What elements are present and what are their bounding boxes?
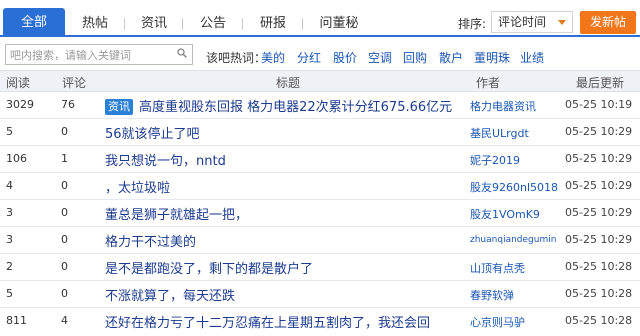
- author-link[interactable]: 基民ULrgdt: [470, 125, 529, 141]
- search-input[interactable]: 吧内搜索，请输入关键词: [5, 44, 193, 65]
- last-updated: 05-25 10:19: [565, 98, 633, 111]
- tab-all-label: 全部: [20, 15, 47, 30]
- post-title-link[interactable]: 格力干不过美的: [105, 231, 196, 250]
- author-link[interactable]: 春野软弹: [470, 287, 514, 303]
- hot-word-link[interactable]: 散户: [439, 49, 463, 66]
- last-updated: 05-25 10:28: [565, 314, 633, 327]
- read-count: 2: [6, 260, 13, 273]
- post-title-link[interactable]: 还好在格力亏了十二万忍痛在上星期五割肉了，我还会回: [105, 312, 430, 331]
- comment-count: 0: [61, 125, 68, 138]
- table-row: 3029 76 资讯 高度重视股东回报 格力电器22次累计分红675.66亿元 格…: [0, 92, 640, 119]
- author-link[interactable]: 妮子2019: [470, 152, 520, 168]
- comment-count: 0: [61, 233, 68, 246]
- read-count: 106: [6, 152, 27, 165]
- tab-hot[interactable]: 热帖: [65, 10, 125, 37]
- author-link[interactable]: 格力电器资讯: [470, 98, 536, 114]
- read-count: 811: [6, 314, 27, 327]
- column-last-updated: 最后更新: [576, 76, 625, 90]
- comment-count: 1: [61, 152, 68, 165]
- hot-word-link[interactable]: 空调: [368, 49, 392, 66]
- comment-count: 0: [61, 260, 68, 273]
- author-link[interactable]: 山顶有点秃: [470, 260, 525, 276]
- table-row: 3 0 董总是狮子就雄起一把， 股友1VOmK9 05-25 10:29: [0, 200, 640, 227]
- table-row: 5 0 56就该停止了吧 基民ULrgdt 05-25 10:29: [0, 119, 640, 146]
- post-title-link[interactable]: ，太垃圾啦: [105, 177, 170, 196]
- last-updated: 05-25 10:29: [565, 179, 633, 192]
- hot-word-link[interactable]: 董明珠: [474, 49, 510, 66]
- column-author: 作者: [476, 76, 501, 90]
- sort-label: 排序:: [458, 17, 487, 31]
- read-count: 3: [6, 233, 13, 246]
- hot-word-link[interactable]: 回购: [403, 49, 427, 66]
- hot-word-link[interactable]: 分红: [297, 49, 321, 66]
- hot-words-label: 该吧热词：: [206, 51, 267, 65]
- table-row: 3 0 格力干不过美的 zhuanqiandegumin 05-25 10:29: [0, 227, 640, 254]
- table-header: 阅读 评论 标题 作者 最后更新: [0, 70, 640, 92]
- sort-select[interactable]: 评论时间: [491, 11, 573, 33]
- table-row: 4 0 ，太垃圾啦 股友9260nl5018 05-25 10:29: [0, 173, 640, 200]
- last-updated: 05-25 10:29: [565, 233, 633, 246]
- tab-news[interactable]: 资讯: [125, 10, 183, 37]
- comment-count: 0: [61, 206, 68, 219]
- post-title-link[interactable]: 是不是都跑没了，剩下的都是散户了: [105, 258, 313, 277]
- search-placeholder: 吧内搜索，请输入关键词: [10, 49, 131, 62]
- tab-announcements-label: 公告: [199, 16, 226, 31]
- last-updated: 05-25 10:28: [565, 260, 633, 273]
- tab-announcements[interactable]: 公告: [183, 10, 243, 37]
- hot-word-link[interactable]: 股价: [333, 49, 357, 66]
- last-updated: 05-25 10:28: [565, 287, 633, 300]
- post-title-link[interactable]: 资讯 高度重视股东回报 格力电器22次累计分红675.66亿元: [105, 96, 452, 115]
- last-updated: 05-25 10:29: [565, 152, 633, 165]
- tab-ask-secretary[interactable]: 问董秘: [303, 10, 375, 37]
- comment-count: 4: [61, 314, 68, 327]
- tab-bar: 全部 热帖 资讯 公告 研报 问董秘 排序: 评论时间 发新帖: [0, 0, 640, 37]
- author-link[interactable]: 股友1VOmK9: [470, 206, 540, 222]
- read-count: 5: [6, 125, 13, 138]
- hot-word-link[interactable]: 业绩: [520, 49, 544, 66]
- tab-all[interactable]: 全部: [3, 8, 65, 37]
- hot-word-link[interactable]: 美的: [261, 49, 285, 66]
- column-comments: 评论: [62, 76, 87, 90]
- table-row: 811 4 还好在格力亏了十二万忍痛在上星期五割肉了，我还会回 心京则马驴 05…: [0, 308, 640, 335]
- tab-ask-secretary-label: 问董秘: [319, 16, 359, 31]
- sort-selected-value: 评论时间: [498, 15, 547, 29]
- search-row: 吧内搜索，请输入关键词 该吧热词： 美的 分红 股价 空调 回购 散户 董明珠 …: [0, 37, 640, 70]
- table-row: 2 0 是不是都跑没了，剩下的都是散户了 山顶有点秃 05-25 10:28: [0, 254, 640, 281]
- chevron-down-icon: [558, 20, 566, 25]
- author-link[interactable]: zhuanqiandegumin: [470, 235, 556, 245]
- comment-count: 76: [61, 98, 75, 111]
- read-count: 4: [6, 179, 13, 192]
- last-updated: 05-25 10:29: [565, 206, 633, 219]
- comment-count: 0: [61, 287, 68, 300]
- table-row: 5 0 不涨就算了，每天还跌 春野软弹 05-25 10:28: [0, 281, 640, 308]
- post-title-text: 高度重视股东回报 格力电器22次累计分红675.66亿元: [139, 100, 453, 115]
- comment-count: 0: [61, 179, 68, 192]
- tab-research[interactable]: 研报: [243, 10, 303, 37]
- post-title-link[interactable]: 我只想说一句，nntd: [105, 150, 226, 169]
- column-reads: 阅读: [6, 76, 31, 90]
- tab-research-label: 研报: [259, 16, 286, 31]
- post-title-link[interactable]: 56就该停止了吧: [105, 123, 200, 142]
- tab-news-label: 资讯: [140, 16, 167, 31]
- read-count: 3: [6, 206, 13, 219]
- read-count: 3029: [6, 98, 34, 111]
- author-link[interactable]: 心京则马驴: [470, 314, 525, 330]
- tab-hot-label: 热帖: [81, 16, 108, 31]
- table-row: 106 1 我只想说一句，nntd 妮子2019 05-25 10:29: [0, 146, 640, 173]
- last-updated: 05-25 10:29: [565, 125, 633, 138]
- search-icon[interactable]: [177, 48, 187, 58]
- read-count: 5: [6, 287, 13, 300]
- news-badge: 资讯: [105, 99, 133, 115]
- author-link[interactable]: 股友9260nl5018: [470, 179, 558, 195]
- new-post-button[interactable]: 发新帖: [580, 11, 636, 34]
- column-title: 标题: [276, 76, 301, 90]
- post-title-link[interactable]: 不涨就算了，每天还跌: [105, 285, 235, 304]
- post-title-link[interactable]: 董总是狮子就雄起一把，: [105, 204, 248, 223]
